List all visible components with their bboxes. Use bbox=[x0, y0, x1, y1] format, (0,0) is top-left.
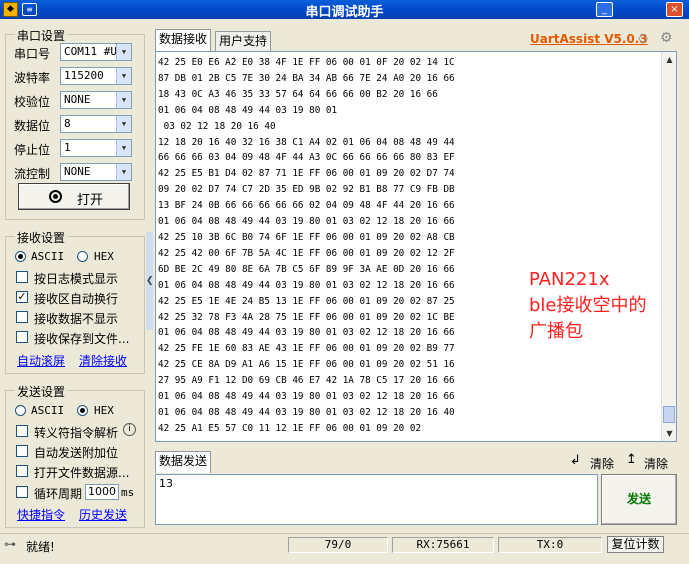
close-icon[interactable]: × bbox=[666, 2, 683, 17]
recv-ascii-radio[interactable] bbox=[15, 251, 26, 262]
parity-label: 校验位 bbox=[14, 95, 51, 109]
escape-parse-checkbox[interactable] bbox=[16, 425, 28, 437]
chevron-down-icon[interactable]: ▼ bbox=[116, 44, 131, 60]
info-icon[interactable]: i bbox=[123, 423, 136, 436]
brand-link[interactable]: UartAssist V5.0.3 bbox=[530, 32, 648, 46]
tab-data-send[interactable]: 数据发送 bbox=[155, 451, 212, 473]
baud-value: 115200 bbox=[64, 69, 104, 82]
flowctrl-label: 流控制 bbox=[14, 167, 51, 181]
clear-send-button-2[interactable]: 清除 bbox=[644, 455, 668, 472]
shortcut-link[interactable]: 快捷指令 bbox=[17, 506, 65, 523]
send-hex-radio[interactable] bbox=[77, 405, 88, 416]
port-value: COM11 #U bbox=[64, 45, 117, 58]
recv-hex-radio[interactable] bbox=[77, 251, 88, 262]
reset-count-button[interactable]: 复位计数 bbox=[607, 536, 664, 553]
status-bar: ⊶ 就绪! 79/0 RX:75661 TX:0 bbox=[0, 533, 689, 555]
cycle-checkbox[interactable] bbox=[16, 486, 28, 498]
stopbits-value: 1 bbox=[64, 141, 71, 154]
tx-count: TX:0 bbox=[498, 537, 602, 553]
port-label: 串口号 bbox=[14, 47, 51, 61]
scroll-down-icon[interactable]: ▼ bbox=[662, 426, 676, 441]
log-mode-label: 按日志模式显示 bbox=[34, 272, 119, 286]
rx-count: RX:75661 bbox=[392, 537, 494, 553]
record-icon bbox=[49, 190, 62, 203]
title-bar: ◆ ≡ 串口调试助手 _ × bbox=[0, 0, 689, 20]
history-link[interactable]: 历史发送 bbox=[79, 506, 127, 523]
cycle-period-input[interactable]: 1000 bbox=[85, 484, 119, 500]
chevron-down-icon[interactable]: ▼ bbox=[116, 68, 131, 84]
minimize-icon[interactable]: _ bbox=[596, 2, 613, 17]
log-mode-checkbox[interactable] bbox=[16, 271, 28, 283]
autoscroll-link[interactable]: 自动滚屏 bbox=[17, 352, 65, 369]
clear-recv-link[interactable]: 清除接收 bbox=[79, 352, 127, 369]
send-hex-label: HEX bbox=[94, 404, 114, 417]
recv-settings-title: 接收设置 bbox=[15, 229, 68, 246]
chevron-down-icon[interactable]: ▼ bbox=[116, 92, 131, 108]
autowrap-checkbox[interactable]: ✓ bbox=[16, 291, 28, 303]
cycle-unit: ms bbox=[121, 486, 135, 499]
baud-label: 波特率 bbox=[14, 71, 51, 85]
receive-text: 42 25 E0 E6 A2 E0 38 4F 1E FF 06 00 01 0… bbox=[158, 57, 455, 434]
save-to-file-checkbox[interactable] bbox=[16, 331, 28, 343]
receive-scrollbar[interactable]: ▲ ▼ bbox=[661, 52, 676, 441]
diamond-icon[interactable]: ◇ bbox=[638, 31, 648, 46]
send-ascii-label: ASCII bbox=[31, 404, 65, 417]
clear-up-icon[interactable]: ↥ bbox=[626, 452, 637, 467]
send-input[interactable]: 13 bbox=[155, 474, 598, 525]
autowrap-label: 接收区自动换行 bbox=[34, 292, 119, 306]
send-settings-title: 发送设置 bbox=[15, 383, 68, 400]
tab-user-support[interactable]: 用户支持 bbox=[215, 31, 272, 51]
status-ready: 就绪! bbox=[26, 540, 55, 554]
auto-append-checkbox[interactable] bbox=[16, 445, 28, 457]
file-source-label: 打开文件数据源... bbox=[34, 466, 130, 480]
receive-area[interactable]: 42 25 E0 E6 A2 E0 38 4F 1E FF 06 00 01 0… bbox=[155, 51, 677, 442]
window-title: 串口调试助手 bbox=[305, 5, 384, 20]
open-port-button[interactable]: 打开 bbox=[18, 183, 130, 210]
parity-select[interactable]: NONE ▼ bbox=[60, 91, 132, 109]
recv-ascii-label: ASCII bbox=[31, 250, 65, 263]
send-ascii-radio[interactable] bbox=[15, 405, 26, 416]
recv-hex-label: HEX bbox=[94, 250, 114, 263]
auto-append-label: 自动发送附加位 bbox=[34, 446, 119, 460]
stopbits-select[interactable]: 1 ▼ bbox=[60, 139, 132, 157]
stopbits-label: 停止位 bbox=[14, 143, 51, 157]
open-port-label: 打开 bbox=[77, 193, 104, 208]
databits-value: 8 bbox=[64, 117, 71, 130]
parity-value: NONE bbox=[64, 93, 91, 106]
databits-select[interactable]: 8 ▼ bbox=[60, 115, 132, 133]
databits-label: 数据位 bbox=[14, 119, 51, 133]
annotation-text: PAN221x ble接收空中的 广播包 bbox=[529, 269, 647, 342]
cycle-label: 循环周期 bbox=[34, 487, 83, 501]
status-icon: ⊶ bbox=[4, 537, 16, 551]
chevron-down-icon[interactable]: ▼ bbox=[116, 140, 131, 156]
chevron-down-icon[interactable]: ▼ bbox=[116, 116, 131, 132]
flowctrl-value: NONE bbox=[64, 165, 91, 178]
baud-select[interactable]: 115200 ▼ bbox=[60, 67, 132, 85]
hide-recv-checkbox[interactable] bbox=[16, 311, 28, 323]
clear-send-button[interactable]: 清除 bbox=[590, 455, 614, 472]
escape-parse-label: 转义符指令解析 bbox=[34, 426, 119, 440]
serial-settings-title: 串口设置 bbox=[15, 27, 68, 44]
byte-count: 79/0 bbox=[288, 537, 388, 553]
hide-recv-label: 接收数据不显示 bbox=[34, 312, 119, 326]
collapse-panel-icon[interactable]: ❮ bbox=[146, 232, 154, 330]
flowctrl-select[interactable]: NONE ▼ bbox=[60, 163, 132, 181]
send-button[interactable]: 发送 bbox=[601, 474, 677, 525]
file-source-checkbox[interactable] bbox=[16, 465, 28, 477]
port-select[interactable]: COM11 #U ▼ bbox=[60, 43, 132, 61]
clear-icon[interactable]: ↲ bbox=[570, 453, 581, 468]
save-to-file-label: 接收保存到文件... bbox=[34, 332, 130, 346]
settings-icon[interactable]: ⚙ bbox=[660, 30, 673, 46]
scroll-up-icon[interactable]: ▲ bbox=[662, 52, 676, 67]
chevron-down-icon[interactable]: ▼ bbox=[116, 164, 131, 180]
scroll-thumb[interactable] bbox=[663, 406, 675, 423]
tab-data-receive[interactable]: 数据接收 bbox=[155, 29, 212, 51]
